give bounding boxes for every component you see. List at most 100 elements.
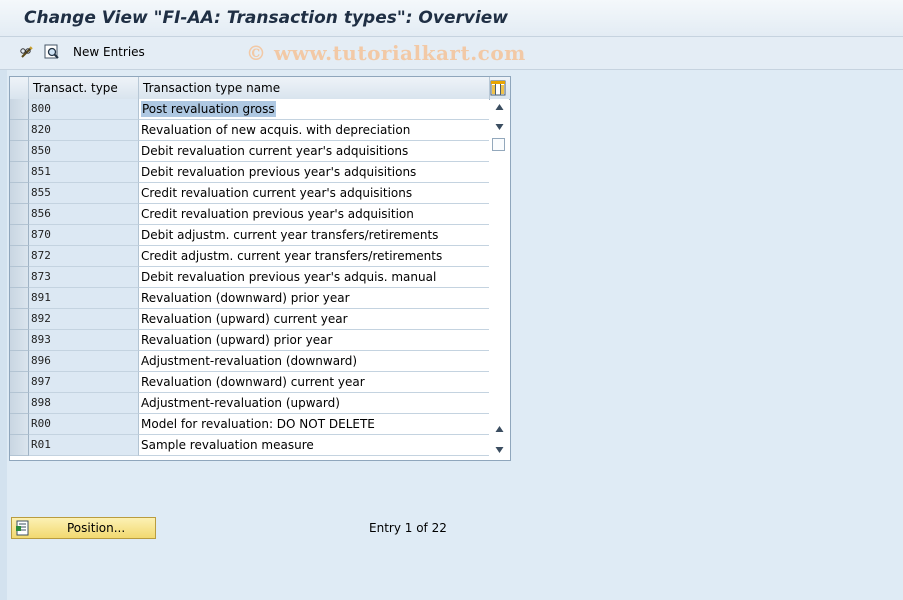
table-row[interactable]: 851 Debit revaluation previous year's adq…: [10, 162, 490, 183]
table-row[interactable]: 893 Revaluation (upward) prior year: [10, 330, 490, 351]
transaction-type-cell: 893: [29, 330, 139, 351]
transaction-type-name-cell[interactable]: Revaluation (upward) current year: [139, 309, 489, 330]
pencil-glasses-icon[interactable]: [19, 44, 35, 60]
transaction-type-name-cell[interactable]: Adjustment-revaluation (downward): [139, 351, 489, 372]
scroll-page-down-icon[interactable]: [494, 444, 505, 455]
row-selector[interactable]: [10, 183, 29, 204]
transaction-type-name-text: Sample revaluation measure: [141, 438, 314, 452]
transaction-type-cell: 892: [29, 309, 139, 330]
magnifier-icon[interactable]: [44, 44, 60, 60]
page-title: Change View "FI-AA: Transaction types": …: [24, 8, 509, 28]
transaction-type-name-text: Revaluation (upward) prior year: [141, 333, 333, 347]
table-row[interactable]: 855 Credit revaluation current year's adq…: [10, 183, 490, 204]
row-selector[interactable]: [10, 141, 29, 162]
select-all-header[interactable]: [10, 77, 29, 99]
transaction-type-name-cell[interactable]: Model for revaluation: DO NOT DELETE: [139, 414, 489, 435]
table-header: Transact. type Transaction type name: [10, 77, 510, 100]
transaction-type-name-text: Debit adjustm. current year transfers/re…: [141, 228, 439, 242]
transaction-type-name-text: Post revaluation gross: [141, 101, 276, 117]
row-selector[interactable]: [10, 120, 29, 141]
table-row[interactable]: 897 Revaluation (downward) current year: [10, 372, 490, 393]
transaction-type-name-text: Debit revaluation previous year's adquis…: [141, 165, 417, 179]
transaction-type-cell: 870: [29, 225, 139, 246]
table-row[interactable]: 873 Debit revaluation previous year's adq…: [10, 267, 490, 288]
row-selector[interactable]: [10, 246, 29, 267]
scroll-thumb[interactable]: [492, 138, 505, 151]
column-header-transaction-type-name[interactable]: Transaction type name: [139, 77, 490, 99]
transaction-type-name-cell[interactable]: Revaluation (upward) prior year: [139, 330, 489, 351]
row-selector[interactable]: [10, 435, 29, 456]
row-selector[interactable]: [10, 330, 29, 351]
scroll-up-icon[interactable]: [494, 102, 505, 113]
transaction-type-name-cell[interactable]: Credit revaluation previous year's adqui…: [139, 204, 489, 225]
scroll-down-icon[interactable]: [494, 121, 505, 132]
row-selector[interactable]: [10, 99, 29, 120]
transaction-type-name-cell[interactable]: Credit revaluation current year's adquis…: [139, 183, 489, 204]
table-row[interactable]: 898 Adjustment-revaluation (upward): [10, 393, 490, 414]
left-border: [0, 70, 7, 600]
transaction-type-cell: 855: [29, 183, 139, 204]
column-header-transact-type[interactable]: Transact. type: [29, 77, 139, 99]
vertical-scrollbar[interactable]: [490, 99, 509, 460]
transaction-type-name-cell[interactable]: Revaluation of new acquis. with deprecia…: [139, 120, 489, 141]
row-selector[interactable]: [10, 372, 29, 393]
table-row[interactable]: 870 Debit adjustm. current year transfers…: [10, 225, 490, 246]
transaction-type-name-cell[interactable]: Sample revaluation measure: [139, 435, 489, 456]
transaction-type-cell: 891: [29, 288, 139, 309]
transaction-type-name-text: Revaluation of new acquis. with deprecia…: [141, 123, 411, 137]
new-entries-button[interactable]: New Entries: [73, 45, 145, 59]
transaction-type-cell: 873: [29, 267, 139, 288]
transaction-type-name-text: Adjustment-revaluation (upward): [141, 396, 340, 410]
transaction-type-name-cell[interactable]: Revaluation (downward) current year: [139, 372, 489, 393]
table-row[interactable]: R01 Sample revaluation measure: [10, 435, 490, 456]
table-row[interactable]: 892 Revaluation (upward) current year: [10, 309, 490, 330]
transaction-type-cell: 898: [29, 393, 139, 414]
row-selector[interactable]: [10, 393, 29, 414]
transaction-type-name-cell[interactable]: Adjustment-revaluation (upward): [139, 393, 489, 414]
entry-counter: Entry 1 of 22: [369, 521, 447, 535]
transaction-type-cell: 872: [29, 246, 139, 267]
transaction-type-name-cell[interactable]: Debit revaluation current year's adquisi…: [139, 141, 489, 162]
table-row[interactable]: 856 Credit revaluation previous year's ad…: [10, 204, 490, 225]
transaction-type-name-text: Debit revaluation previous year's adquis…: [141, 270, 437, 284]
transaction-type-name-text: Revaluation (downward) prior year: [141, 291, 350, 305]
table-row[interactable]: 872 Credit adjustm. current year transfer…: [10, 246, 490, 267]
row-selector[interactable]: [10, 204, 29, 225]
table-row[interactable]: 820 Revaluation of new acquis. with depre…: [10, 120, 490, 141]
row-selector[interactable]: [10, 288, 29, 309]
table-row[interactable]: 800 Post revaluation gross: [10, 99, 490, 120]
watermark: © www.tutorialkart.com: [246, 41, 526, 65]
row-selector[interactable]: [10, 351, 29, 372]
row-selector[interactable]: [10, 225, 29, 246]
table-row[interactable]: 850 Debit revaluation current year's adqu…: [10, 141, 490, 162]
row-selector[interactable]: [10, 414, 29, 435]
title-bar: Change View "FI-AA: Transaction types": …: [0, 0, 903, 37]
transaction-type-name-cell[interactable]: Debit revaluation previous year's adquis…: [139, 162, 489, 183]
transaction-type-name-cell[interactable]: Credit adjustm. current year transfers/r…: [139, 246, 489, 267]
scroll-page-up-icon[interactable]: [494, 424, 505, 435]
transaction-type-cell: 820: [29, 120, 139, 141]
transaction-type-name-cell[interactable]: Debit revaluation previous year's adquis…: [139, 267, 489, 288]
transaction-type-cell: 897: [29, 372, 139, 393]
table-settings-icon[interactable]: [490, 80, 506, 96]
table-row[interactable]: R00 Model for revaluation: DO NOT DELETE: [10, 414, 490, 435]
position-button[interactable]: Position...: [11, 517, 156, 539]
transaction-type-name-cell[interactable]: Debit adjustm. current year transfers/re…: [139, 225, 489, 246]
table-row[interactable]: 896 Adjustment-revaluation (downward): [10, 351, 490, 372]
transaction-type-name-text: Model for revaluation: DO NOT DELETE: [141, 417, 375, 431]
position-button-label: Position...: [67, 521, 126, 535]
position-icon: [15, 520, 31, 536]
transaction-type-name-text: Revaluation (upward) current year: [141, 312, 348, 326]
transaction-type-cell: 856: [29, 204, 139, 225]
transaction-type-name-text: Adjustment-revaluation (downward): [141, 354, 358, 368]
row-selector[interactable]: [10, 267, 29, 288]
transaction-type-name-cell[interactable]: Revaluation (downward) prior year: [139, 288, 489, 309]
transaction-type-name-text: Revaluation (downward) current year: [141, 375, 365, 389]
row-selector[interactable]: [10, 309, 29, 330]
transaction-type-name-cell[interactable]: Post revaluation gross: [139, 99, 489, 120]
row-selector[interactable]: [10, 162, 29, 183]
transaction-type-name-text: Debit revaluation current year's adquisi…: [141, 144, 409, 158]
transaction-type-cell: 800: [29, 99, 139, 120]
table-row[interactable]: 891 Revaluation (downward) prior year: [10, 288, 490, 309]
transaction-type-cell: R00: [29, 414, 139, 435]
